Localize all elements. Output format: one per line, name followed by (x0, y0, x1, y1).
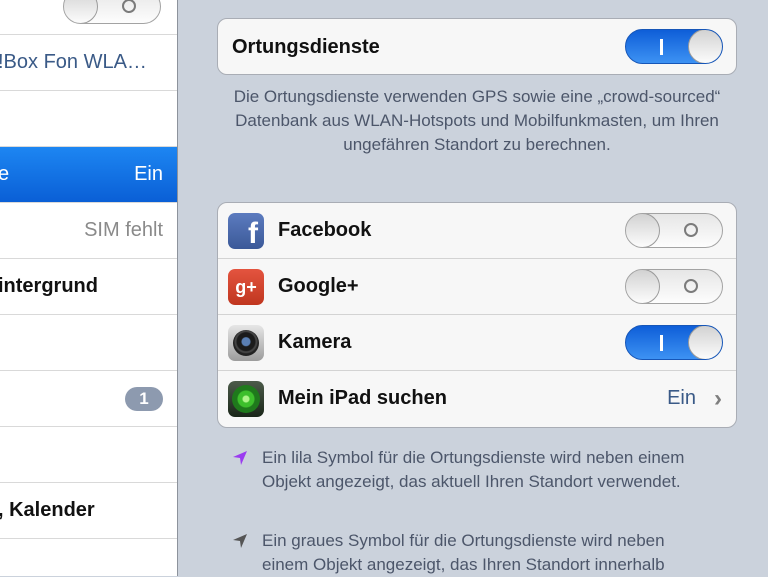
toggle-off-mark (684, 223, 698, 237)
toggle-knob (688, 30, 722, 63)
sidebar-toggle[interactable] (63, 0, 161, 24)
settings-sidebar: !Box Fon WLA… e Ein SIM fehlt intergrund… (0, 0, 178, 576)
toggle-knob (626, 214, 660, 247)
sidebar-item-empty-3[interactable] (0, 427, 177, 483)
app-name: Mein iPad suchen (278, 387, 447, 409)
sidebar-item-cellular[interactable]: SIM fehlt (0, 203, 177, 259)
camera-toggle[interactable] (625, 325, 723, 360)
toggle-knob (64, 0, 98, 23)
sidebar-item-label: e (0, 163, 9, 186)
find-my-ipad-value: Ein (667, 387, 696, 409)
app-row-google-plus: g+ Google+ (218, 259, 736, 315)
location-services-row: Ortungsdienste (218, 19, 736, 74)
sidebar-item-mail-calendar[interactable]: , Kalender (0, 483, 177, 539)
sidebar-item-value: Ein (134, 163, 163, 185)
sidebar-item-value: SIM fehlt (84, 219, 163, 241)
app-name: Google+ (278, 275, 359, 297)
location-services-toggle[interactable] (625, 29, 723, 64)
toggle-off-mark (122, 0, 136, 13)
google-plus-icon: g+ (228, 269, 264, 305)
radar-icon (232, 385, 260, 413)
camera-icon (228, 325, 264, 361)
sidebar-item-empty[interactable] (0, 91, 177, 147)
toggle-off-mark (684, 279, 698, 293)
purple-symbol-note: Ein lila Symbol für die Ortungsdienste w… (262, 448, 685, 491)
sidebar-item-empty-2[interactable] (0, 315, 177, 371)
sidebar-item-label: !Box Fon WLA… (0, 51, 147, 73)
google-plus-toggle[interactable] (625, 269, 723, 304)
camera-lens-icon (233, 330, 259, 356)
apps-group: f Facebook g+ Google+ Kamera Mein iPad s… (217, 202, 737, 428)
facebook-toggle[interactable] (625, 213, 723, 248)
sidebar-item-wallpaper[interactable]: intergrund (0, 259, 177, 315)
toggle-on-mark (660, 335, 663, 351)
toggle-on-mark (660, 39, 663, 55)
location-description: Die Ortungsdienste verwenden GPS sowie e… (233, 87, 721, 154)
sidebar-item-label: , Kalender (0, 499, 95, 521)
app-row-facebook: f Facebook (218, 203, 736, 259)
sidebar-item-wlan[interactable]: !Box Fon WLA… (0, 35, 177, 91)
toggle-knob (688, 326, 722, 359)
facebook-icon: f (228, 213, 264, 249)
app-row-find-my-ipad[interactable]: Mein iPad suchen Ein › (218, 371, 736, 427)
purple-location-arrow-icon (233, 451, 247, 465)
sidebar-item-location[interactable]: e Ein (0, 147, 177, 203)
chevron-right-icon: › (714, 385, 722, 412)
app-name: Facebook (278, 219, 372, 241)
sidebar-item-general[interactable]: 1 (0, 371, 177, 427)
sidebar-row-toggle (0, 0, 177, 35)
toggle-knob (626, 270, 660, 303)
grey-location-arrow-icon (233, 534, 247, 548)
sidebar-item-empty-4[interactable] (0, 539, 177, 576)
location-services-title: Ortungsdienste (232, 36, 380, 58)
app-row-camera: Kamera (218, 315, 736, 371)
location-services-group: Ortungsdienste (217, 18, 737, 75)
sidebar-item-label: intergrund (0, 275, 98, 297)
app-name: Kamera (278, 331, 352, 353)
notification-badge: 1 (125, 386, 163, 411)
grey-symbol-note: Ein graues Symbol für die Ortungsdienste… (262, 531, 665, 574)
find-my-ipad-icon (228, 381, 264, 417)
